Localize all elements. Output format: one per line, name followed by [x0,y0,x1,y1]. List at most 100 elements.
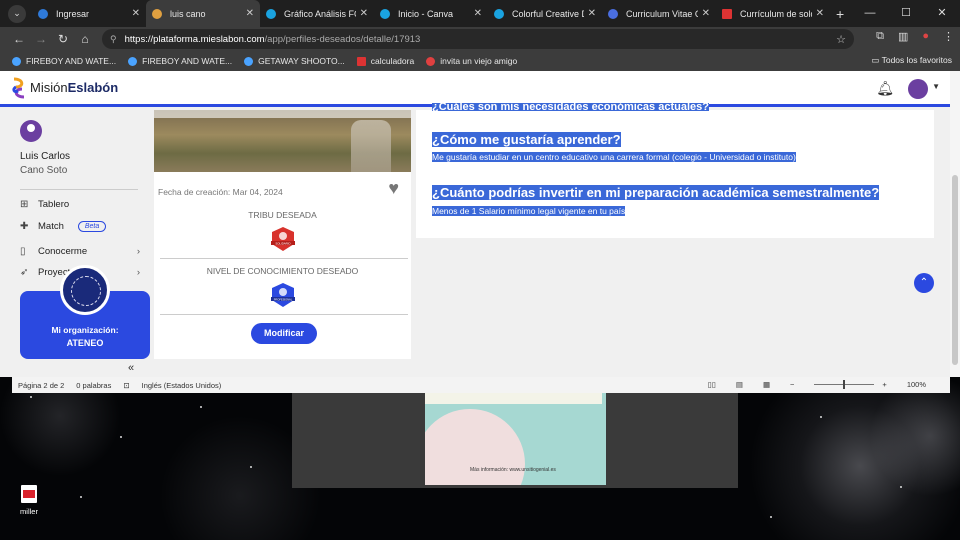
chevron-down-icon[interactable]: ▼ [932,82,940,91]
address-bar[interactable]: ⚲ https://plataforma.mieslabon.com/app/p… [102,29,854,49]
knowledge-level-title: NIVEL DE CONOCIMIENTO DESEADO [206,266,359,276]
collapse-sidebar-icon[interactable]: « [128,362,134,374]
back-icon[interactable]: ← [8,32,30,46]
sidebar-item-match[interactable]: ✚ Match Beta [20,221,140,232]
view-controls: ▯▯ ▤ ▦ − + 100% [708,380,938,389]
tab-favicon-icon [722,8,732,19]
tab-close-icon[interactable]: ✕ [474,8,482,19]
site-info-icon[interactable]: ⚲ [110,34,117,45]
notifications-bell-icon[interactable]: 🔔︎ [876,80,894,97]
page-count[interactable]: Página 2 de 2 [18,381,64,390]
browser-tab[interactable]: Currículum de soldad ✕ [716,0,830,27]
tab-close-icon[interactable]: ✕ [588,8,596,19]
proofing-icon[interactable]: ⊡ [123,381,129,390]
forward-icon[interactable]: → [30,32,52,46]
puzzle-icon: ✚ [20,221,29,232]
answer-learning: Me gustaría estudiar en un centro educat… [432,152,796,162]
home-icon[interactable]: ⌂ [74,32,96,46]
tab-favicon-icon [608,8,618,19]
scroll-to-top-button[interactable]: ⌃ [914,273,934,293]
answer-investment: Menos de 1 Salario mínimo legal vigente … [432,206,626,216]
bookmark-item[interactable]: FIREBOY AND WATE... [12,56,116,66]
tab-close-icon[interactable]: ✕ [816,8,824,19]
favorite-heart-icon[interactable]: ♥ [388,178,399,199]
reload-icon[interactable]: ↻ [52,32,74,46]
browser-tab-active[interactable]: luis cano ✕ [146,0,260,27]
organization-card[interactable]: Mi organización: ATENEO [20,265,150,359]
tab-close-icon[interactable]: ✕ [360,8,368,19]
grid-icon: ⊞ [20,199,29,210]
tab-favicon-icon [380,8,390,19]
word-count[interactable]: 0 palabras [76,381,111,390]
tab-search-icon[interactable]: ⌄ [8,4,26,23]
rocket-icon: ➶ [20,267,29,278]
document-footer-text: Más información: www.unsitiogenial.es [470,467,556,473]
chevron-right-icon: › [136,246,140,257]
knowledge-badge-icon: PROFESIONAL [271,283,295,307]
bookmarks-bar: FIREBOY AND WATE... FIREBOY AND WATE... … [0,51,960,71]
zoom-out-icon[interactable]: − [790,380,794,389]
all-bookmarks-button[interactable]: ▭ Todos los favoritos [871,55,952,66]
browser-tab[interactable]: Gráfico Análisis FODA ✕ [260,0,374,27]
page-header-band [425,393,602,404]
maximize-icon[interactable]: ☐ [888,0,924,27]
browser-tab-bar: ⌄ Ingresar ✕ luis cano ✕ Gráfico Análisi… [0,0,960,27]
print-layout-icon[interactable]: ▤ [736,380,743,389]
decorative-circle [425,409,525,485]
divider [160,314,408,315]
bookmark-item[interactable]: calculadora [356,56,414,66]
browser-tab[interactable]: Inicio - Canva ✕ [374,0,488,27]
question-investment: ¿Cuánto podrías invertir en mi preparaci… [432,185,880,200]
zoom-in-icon[interactable]: + [882,380,886,389]
browser-tab[interactable]: Curriculum Vitae CV p ✕ [602,0,716,27]
profile-cover-image [154,110,411,172]
minimize-icon[interactable]: — [852,0,888,27]
web-layout-icon[interactable]: ▦ [763,380,770,389]
extensions-icon[interactable]: ⧉ [876,30,884,43]
site-logo[interactable]: MisiónEslabón [10,77,118,99]
header-avatar[interactable] [908,79,928,99]
page-scrollbar[interactable] [950,71,960,377]
profile-icon[interactable]: ● [922,30,929,43]
tab-close-icon[interactable]: ✕ [132,8,140,19]
divider [160,258,408,259]
browser-toolbar: ← → ↻ ⌂ ⚲ https://plataforma.mieslabon.c… [0,27,960,51]
sidepanel-icon[interactable]: ▥ [898,30,908,43]
browser-tab[interactable]: Colorful Creative Doc ✕ [488,0,602,27]
sidebar: Luis Carlos Cano Soto ⊞ Tablero ✚ Match … [10,110,150,377]
modify-button[interactable]: Modificar [251,323,317,344]
scrollbar-thumb[interactable] [952,175,958,365]
desired-profile-card: Fecha de creación: Mar 04, 2024 ♥ TRIBU … [154,110,411,359]
zoom-slider[interactable] [814,380,875,389]
tab-favicon-icon [266,8,276,19]
tab-favicon-icon [152,8,162,19]
creation-date: Fecha de creación: Mar 04, 2024 [158,187,283,197]
tab-favicon-icon [38,8,48,19]
organization-seal-icon [60,265,110,315]
toolbar-actions: ⧉ ▥ ● ⋮ [876,30,954,43]
browser-tab[interactable]: Ingresar ✕ [32,0,146,27]
bookmark-item[interactable]: GETAWAY SHOOTO... [244,56,345,66]
sidebar-item-tablero[interactable]: ⊞ Tablero [20,199,140,210]
language-indicator[interactable]: Inglés (Estados Unidos) [142,381,222,390]
document-page[interactable]: Más información: www.unsitiogenial.es [425,393,606,485]
new-tab-button[interactable]: + [836,6,844,22]
close-window-icon[interactable]: ✕ [924,0,960,27]
avatar[interactable] [20,120,42,142]
tab-favicon-icon [494,8,504,19]
zoom-level[interactable]: 100% [907,380,926,389]
bookmark-favicon-icon [244,56,254,66]
question-economic-needs: ¿Cuáles son mis necesidades económicas a… [432,103,709,111]
bookmark-item[interactable]: invita un viejo amigo [426,56,517,66]
tab-close-icon[interactable]: ✕ [246,8,254,19]
sidebar-item-conocerme[interactable]: ▯ Conocerme › [20,246,140,257]
site-header: MisiónEslabón 🔔︎ ▼ [0,71,950,107]
bookmark-star-icon[interactable]: ☆ [836,33,846,46]
desktop-file-icon[interactable]: miller [14,485,44,516]
beta-badge: Beta [77,221,107,232]
tribe-badge-icon: SOLIDARIO [271,227,295,251]
menu-icon[interactable]: ⋮ [943,30,954,43]
bookmark-item[interactable]: FIREBOY AND WATE... [128,56,232,66]
tab-close-icon[interactable]: ✕ [702,8,710,19]
read-mode-icon[interactable]: ▯▯ [708,380,716,389]
